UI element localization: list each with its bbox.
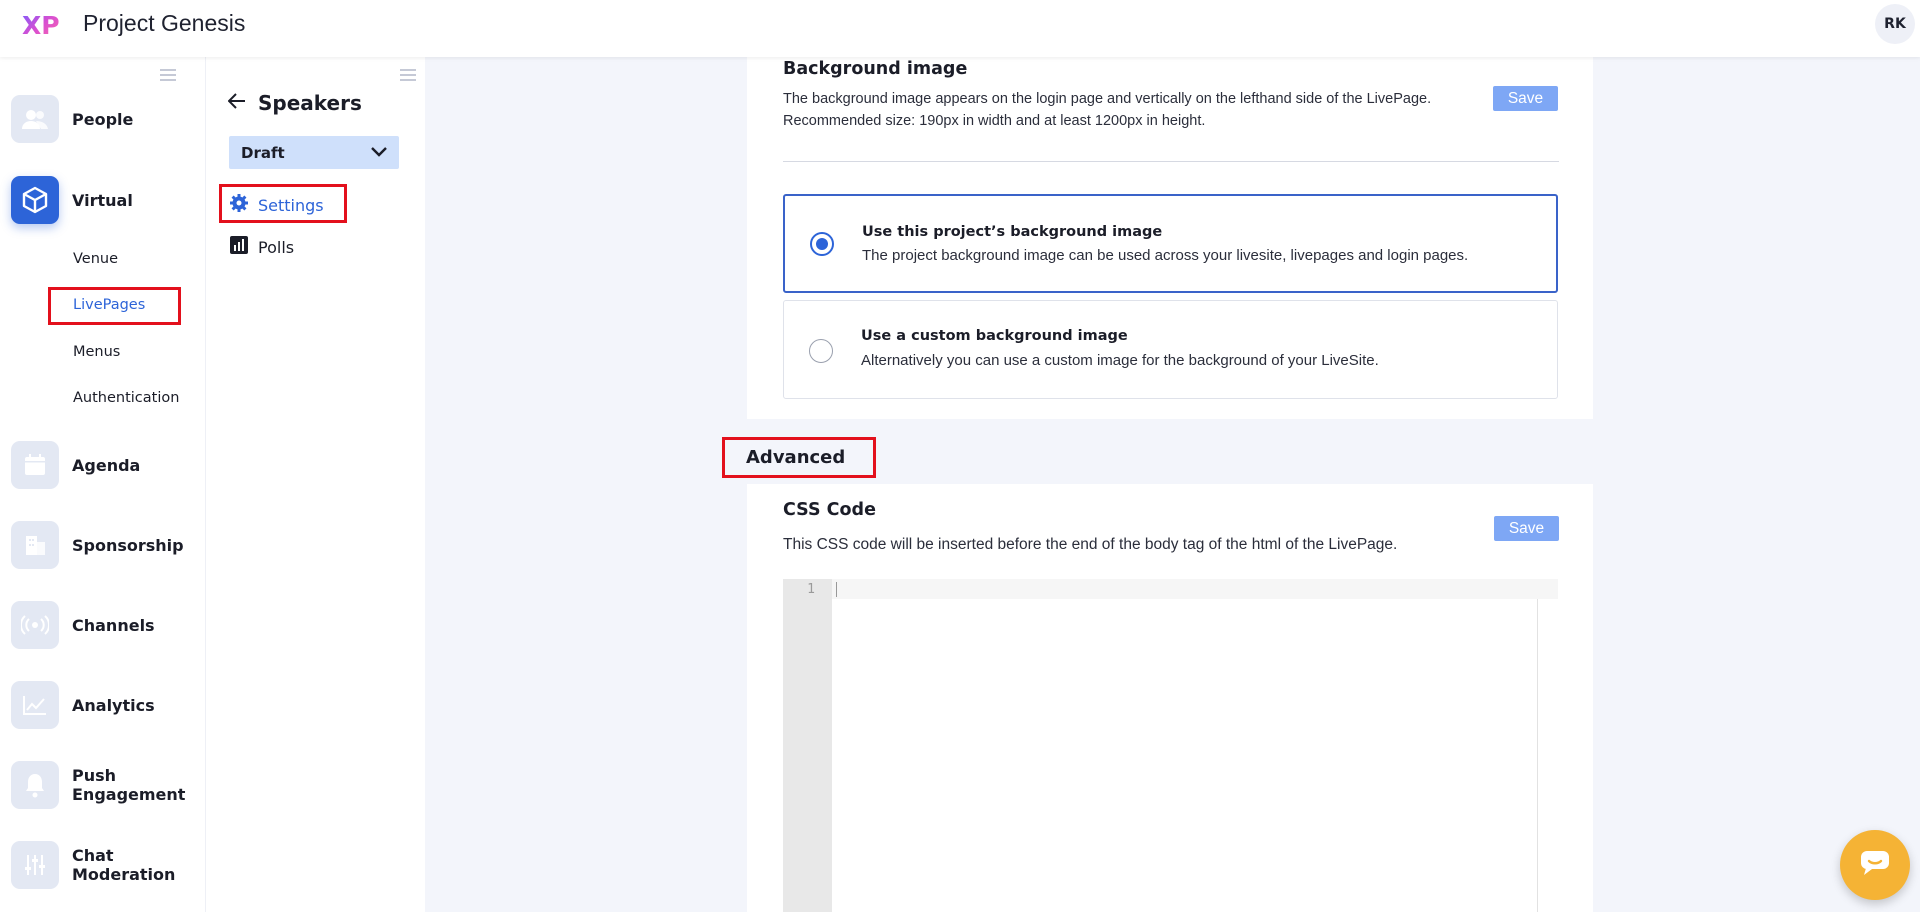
poll-icon [230,236,248,258]
option-project-background[interactable]: Use this project’s background image The … [783,194,1558,293]
chevron-down-icon [371,144,387,162]
chat-icon [1860,850,1890,881]
top-bar: XP Project Genesis RK [0,0,1920,57]
option-title: Use a custom background image [861,328,1128,344]
collapse-nav-icon[interactable] [160,69,176,81]
nav-item-analytics[interactable]: Analytics [11,681,201,729]
nav-label: Virtual [72,190,133,210]
nav-item-chat-moderation[interactable]: Chat Moderation [11,841,201,889]
css-code-desc: This CSS code will be inserted before th… [783,536,1398,553]
status-select-value: Draft [241,143,285,162]
nav-item-push-engagement[interactable]: Push Engagement [11,761,201,809]
css-code-title: CSS Code [783,500,876,520]
bell-icon [11,761,59,809]
nav-label: Channels [72,615,155,635]
nav-label: Agenda [72,455,141,475]
nav-item-sponsorship[interactable]: Sponsorship [11,521,201,569]
xp-logo[interactable]: XP [22,10,62,40]
option-custom-background[interactable]: Use a custom background image Alternativ… [783,300,1558,399]
logo-text: XP [22,11,60,38]
option-desc: The project background image can be used… [862,247,1469,264]
background-image-desc-line1: The background image appears on the logi… [783,91,1432,107]
sliders-icon [11,841,59,889]
background-image-desc-line2: Recommended size: 190px in width and at … [783,113,1206,129]
nav-label: People [72,109,134,129]
sub-link-label: Polls [258,237,295,257]
editor-caret [836,582,837,597]
editor-scrollbar[interactable] [1537,599,1538,912]
sub-link-polls[interactable]: Polls [230,236,294,258]
save-css-button[interactable]: Save [1494,516,1559,541]
nav-item-virtual[interactable]: Virtual [11,176,201,224]
editor-active-line [832,579,1558,599]
line-number: 1 [807,582,815,597]
broadcast-icon [11,601,59,649]
nav-label: Push Engagement [72,766,186,804]
radio-project-background[interactable] [810,232,834,256]
back-row[interactable]: Speakers [227,91,362,115]
sub-item-menus[interactable]: Menus [73,344,120,360]
chart-icon [11,681,59,729]
user-avatar[interactable]: RK [1875,4,1915,44]
sub-item-venue[interactable]: Venue [73,251,118,267]
cube-icon [11,176,59,224]
collapse-panel-icon[interactable] [400,69,416,81]
people-icon [11,95,59,143]
left-nav: People Virtual Venue LivePages Menus Aut… [0,57,205,912]
nav-label: Sponsorship [72,535,184,555]
option-title: Use this project’s background image [862,224,1163,240]
calendar-icon [11,441,59,489]
panel-title: Speakers [258,91,362,115]
editor-gutter: 1 [783,579,832,912]
nav-item-agenda[interactable]: Agenda [11,441,201,489]
radio-custom-background[interactable] [809,339,833,363]
nav-label: Analytics [72,695,155,715]
divider [783,161,1559,162]
background-image-title: Background image [783,59,968,79]
nav-item-people[interactable]: People [11,95,201,143]
back-arrow-icon[interactable] [227,92,246,114]
building-icon [11,521,59,569]
highlight-livepages [48,287,181,325]
app-title: Project Genesis [83,10,246,36]
css-code-editor[interactable]: 1 [783,579,1558,912]
status-select[interactable]: Draft [229,136,399,169]
nav-item-channels[interactable]: Channels [11,601,201,649]
highlight-advanced [722,437,876,478]
option-desc: Alternatively you can use a custom image… [861,352,1379,369]
save-background-button[interactable]: Save [1493,86,1558,111]
highlight-settings [219,184,347,223]
chat-widget-button[interactable] [1840,830,1910,900]
sub-item-authentication[interactable]: Authentication [73,390,179,406]
nav-label: Chat Moderation [72,846,176,884]
